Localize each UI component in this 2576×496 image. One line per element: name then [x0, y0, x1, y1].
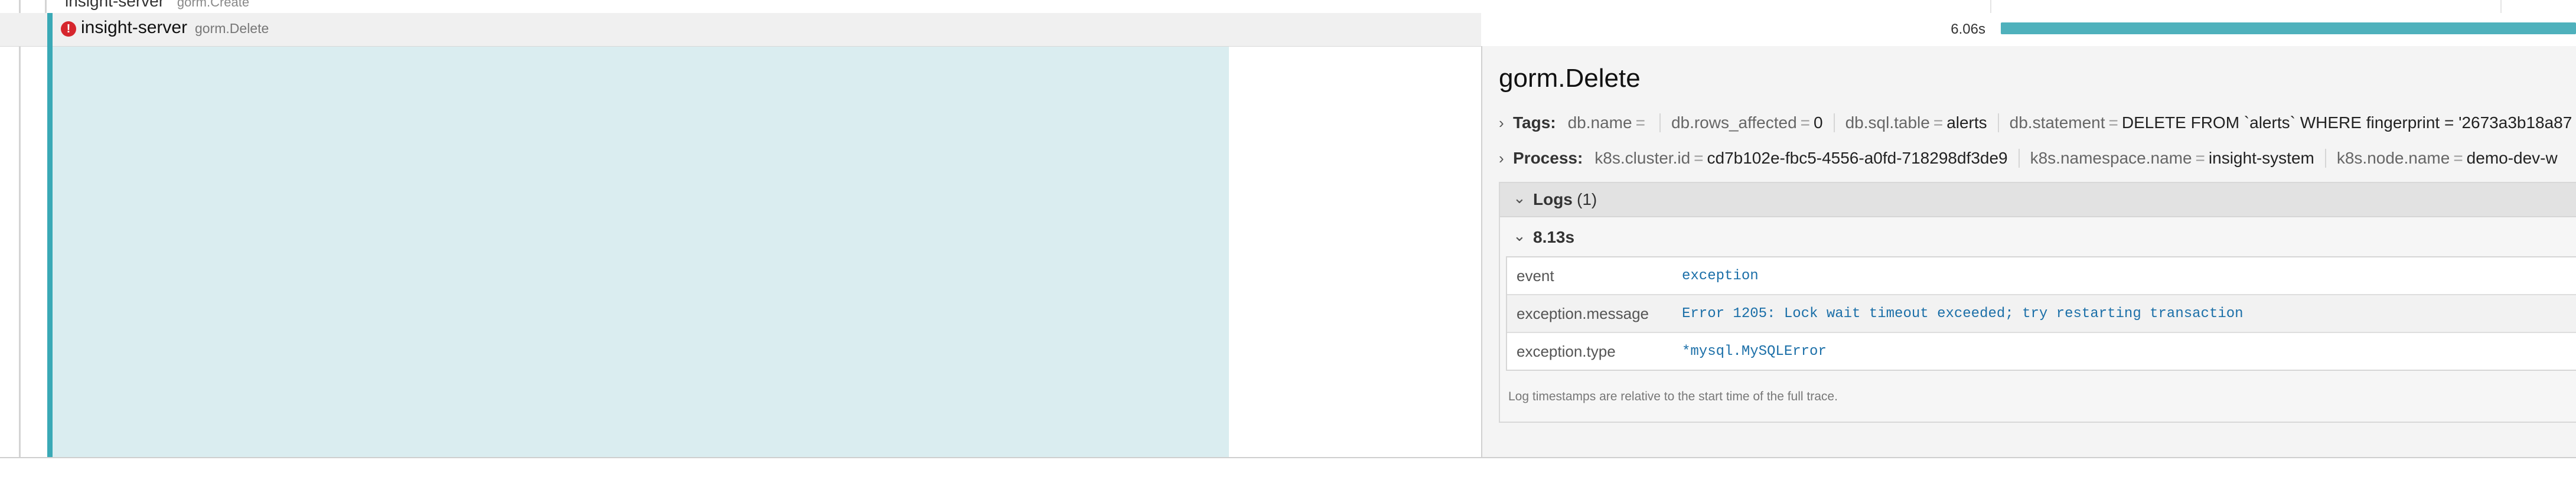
span-detail-background	[53, 47, 1229, 458]
timeline-row-selected[interactable]: 6.06s	[1481, 13, 2576, 49]
timeline-tick-line	[1990, 0, 1991, 13]
log-field-key: event	[1517, 267, 1554, 285]
log-field-key: exception.message	[1517, 305, 1649, 322]
timeline-tick-line	[2500, 0, 2502, 13]
process-label: Process:	[1513, 149, 1583, 167]
log-field-key: exception.type	[1517, 342, 1616, 360]
span-duration-label: 6.06s	[1951, 21, 1985, 37]
chevron-right-icon[interactable]: ›	[1499, 114, 1513, 132]
log-timestamp: 8.13s	[1533, 228, 1575, 246]
tags-section[interactable]: › Tags: db.name = db.rows_affected = 0 db.sql.t…	[1499, 113, 2576, 132]
tree-guide-line	[19, 0, 21, 458]
log-field-value: exception	[1682, 268, 1759, 284]
chevron-down-icon[interactable]: ⌄	[1513, 189, 1526, 207]
service-name[interactable]: insight-server	[81, 18, 187, 38]
operation-name: gorm.Create	[177, 0, 250, 9]
logs-footnote: Log timestamps are relative to the start…	[1508, 390, 1838, 403]
span-detail-title: gorm.Delete	[1499, 64, 1641, 93]
log-fields-table: event exception exception.message Error …	[1506, 256, 2576, 371]
timeline-row-previous[interactable]	[1481, 0, 2576, 14]
service-name: insight-server	[65, 0, 165, 10]
process-item: k8s.node.name = demo-dev-w	[2336, 149, 2558, 167]
logs-label: Logs	[1533, 190, 1573, 208]
process-item: k8s.namespace.name = insight-system	[2020, 149, 2326, 168]
tags-label: Tags:	[1513, 113, 1556, 132]
divider	[0, 457, 2576, 458]
log-field-value: *mysql.MySQLError	[1682, 344, 1827, 360]
span-detail-panel: gorm.Delete › Tags: db.name = db.rows_affect…	[1481, 46, 2576, 458]
process-item: k8s.cluster.id = cd7b102e-fbc5-4556-a0fd-7…	[1592, 149, 2020, 168]
logs-count: (1)	[1577, 190, 1597, 208]
tag-item: db.name =	[1566, 113, 1661, 132]
logs-section: ⌄ Logs (1) ⌄ 8.13s event exception excep…	[1499, 182, 2576, 423]
log-entry-header[interactable]: ⌄ 8.13s	[1500, 218, 2576, 254]
chevron-down-icon[interactable]: ⌄	[1513, 227, 1526, 245]
chevron-right-icon[interactable]: ›	[1499, 149, 1513, 168]
log-field-value: Error 1205: Lock wait timeout exceeded; …	[1682, 306, 2244, 322]
tag-item: db.statement = DELETE FROM `alerts` WHERE …	[2009, 113, 2572, 132]
span-detail-accent-bar	[47, 13, 53, 458]
log-field-row: exception.message Error 1205: Lock wait …	[1507, 295, 2576, 333]
process-section[interactable]: › Process: k8s.cluster.id = cd7b102e-fbc5-45…	[1499, 149, 2568, 168]
operation-name: gorm.Delete	[195, 21, 269, 36]
logs-header[interactable]: ⌄ Logs (1)	[1500, 183, 2576, 217]
log-field-row: event exception	[1507, 257, 2576, 295]
span-row-previous[interactable]: insight-server gorm.Create	[0, 0, 1481, 14]
tag-item: db.rows_affected = 0	[1661, 113, 1835, 132]
span-duration-bar	[2001, 22, 2576, 34]
error-icon: !	[61, 21, 76, 37]
log-field-row: exception.type *mysql.MySQLError	[1507, 333, 2576, 370]
tag-item: db.sql.table = alerts	[1835, 113, 1999, 132]
